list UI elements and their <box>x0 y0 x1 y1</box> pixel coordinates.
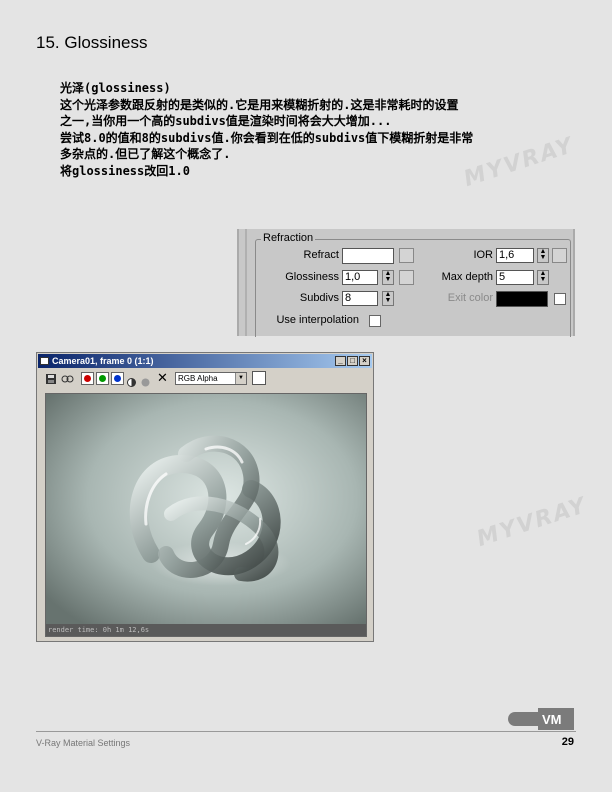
ior-field[interactable]: 1,6 <box>496 248 534 263</box>
use-interpolation-checkbox[interactable] <box>369 315 381 327</box>
watermark: MYVRAY <box>473 492 591 553</box>
rendered-image <box>46 394 366 624</box>
ior-map-button[interactable] <box>552 248 567 263</box>
panel-divider <box>245 229 247 336</box>
render-toolbar: ✕ RGB Alpha ▼ <box>41 371 369 387</box>
body-line: 这个光泽参数跟反射的是类似的.它是用来模糊折射的.这是非常耗时的设置 <box>60 97 459 112</box>
subdivs-field[interactable]: 8 <box>342 291 378 306</box>
minimize-button[interactable]: _ <box>335 356 346 366</box>
refraction-panel: Refraction Refract IOR 1,6 ▲ ▼ Glossiness… <box>237 229 575 337</box>
page-title: 15. Glossiness <box>36 33 148 52</box>
save-icon[interactable] <box>45 372 57 386</box>
alpha-channel-icon[interactable] <box>127 374 136 388</box>
window-icon <box>40 357 49 365</box>
monochrome-icon[interactable] <box>141 374 150 388</box>
max-depth-label: Max depth <box>441 271 493 283</box>
render-window-title[interactable]: Camera01, frame 0 (1:1) _ □ × <box>38 354 372 368</box>
maximize-button[interactable]: □ <box>347 356 358 366</box>
glass-knot-render <box>46 394 366 624</box>
ior-spinner[interactable]: ▲ ▼ <box>537 248 549 263</box>
green-channel-icon <box>99 375 106 382</box>
render-frame: render time: 0h 1m 12,6s <box>45 393 367 637</box>
exit-color-label: Exit color <box>447 292 493 304</box>
footer-rule <box>36 731 576 732</box>
refract-map-button[interactable] <box>399 248 414 263</box>
red-channel-icon <box>84 375 91 382</box>
render-window: Camera01, frame 0 (1:1) _ □ × ✕ RGB Alph… <box>36 352 374 642</box>
body-line: 之一,当你用一个高的subdivs值是渲染时间将会大大增加... <box>60 114 392 128</box>
use-interpolation-label: Use interpolation <box>276 314 359 326</box>
max-depth-spinner[interactable]: ▲ ▼ <box>537 270 549 285</box>
render-window-title-text: Camera01, frame 0 (1:1) <box>52 356 154 366</box>
subdivs-spinner[interactable]: ▲ ▼ <box>382 291 394 306</box>
refract-label: Refract <box>303 249 339 261</box>
ior-label: IOR <box>473 249 493 261</box>
glossiness-spinner[interactable]: ▲ ▼ <box>382 270 394 285</box>
subdivs-label: Subdivs <box>299 292 339 304</box>
page-number: 29 <box>561 736 574 748</box>
glossiness-label: Glossiness <box>285 271 339 283</box>
body-line: 光泽(glossiness) <box>60 81 171 95</box>
glossiness-map-button[interactable] <box>399 270 414 285</box>
close-button[interactable]: × <box>359 356 370 366</box>
red-channel-button[interactable] <box>81 372 94 385</box>
max-depth-field[interactable]: 5 <box>496 270 534 285</box>
vm-logo: VM <box>508 708 574 730</box>
footer-section-title: V-Ray Material Settings <box>36 738 131 748</box>
channel-select[interactable]: RGB Alpha ▼ <box>175 372 247 385</box>
svg-text:VM: VM <box>542 712 562 727</box>
green-channel-button[interactable] <box>96 372 109 385</box>
clear-icon[interactable]: ✕ <box>157 371 168 385</box>
glossiness-field[interactable]: 1,0 <box>342 270 378 285</box>
chevron-down-icon: ▼ <box>235 373 246 384</box>
blue-channel-button[interactable] <box>111 372 124 385</box>
color-swatch[interactable] <box>252 371 266 385</box>
exit-color-checkbox[interactable] <box>554 293 566 305</box>
window-controls: _ □ × <box>335 356 370 366</box>
clone-icon[interactable] <box>61 372 75 386</box>
blue-channel-icon <box>114 375 121 382</box>
exit-color-swatch[interactable] <box>496 291 548 307</box>
body-line: 尝试8.0的值和8的subdivs值.你会看到在低的subdivs值下模糊折射是… <box>60 130 474 145</box>
channel-select-value: RGB Alpha <box>178 374 218 383</box>
refract-color-swatch[interactable] <box>342 248 394 264</box>
refraction-group-label: Refraction <box>261 232 316 244</box>
render-status: render time: 0h 1m 12,6s <box>46 624 366 636</box>
